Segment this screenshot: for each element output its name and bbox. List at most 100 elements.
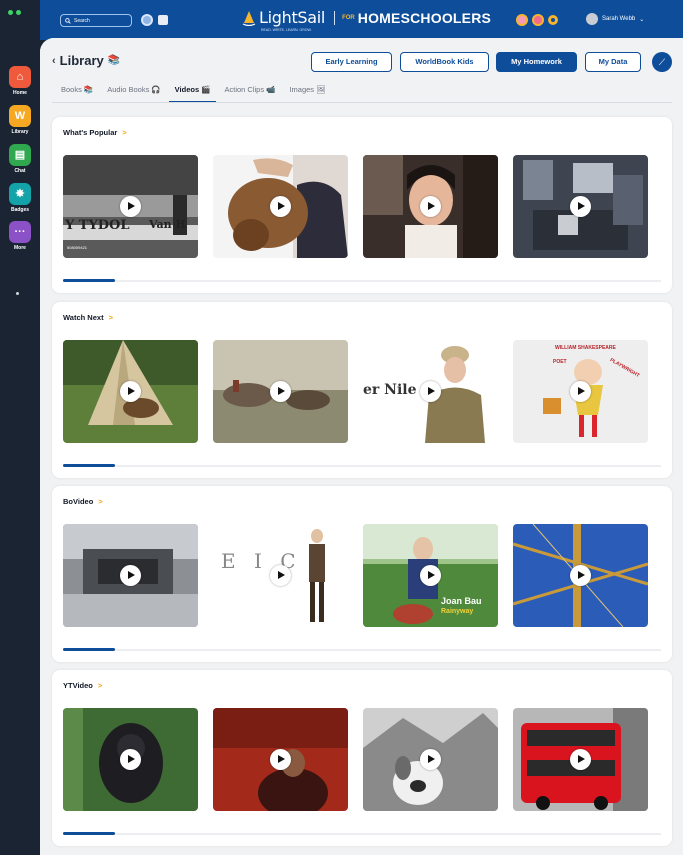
user-name: Sarah Webb — [602, 16, 636, 22]
logo-divider — [334, 10, 336, 25]
logo-homeschoolers: HOMESCHOOLERS — [357, 9, 492, 26]
library-header: ‹ Library 📚 Early Learning WorldBook Kid… — [40, 38, 683, 114]
play-icon — [120, 196, 141, 217]
video-thumbnail[interactable]: Joan Bau Rainyway — [363, 524, 498, 627]
notification-bell-icon[interactable] — [548, 15, 558, 25]
back-chevron-icon[interactable]: ‹ — [52, 55, 56, 67]
carousel-scrollbar-track[interactable] — [63, 280, 661, 282]
play-icon — [270, 565, 291, 586]
video-thumbnail[interactable] — [513, 155, 648, 258]
section-title-text: Watch Next — [63, 313, 104, 322]
more-icon: ··· — [9, 221, 31, 243]
pin-icon[interactable]: ⟋ — [652, 52, 672, 72]
cartoon-label: POET — [553, 359, 567, 365]
carousel-scrollbar-thumb[interactable] — [63, 648, 115, 651]
home-icon: ⌂ — [9, 66, 31, 88]
achievement-icon[interactable] — [532, 14, 544, 26]
rail-item-library[interactable]: W Library — [0, 105, 40, 135]
carousel-scrollbar-track[interactable] — [63, 465, 661, 467]
video-thumbnail[interactable] — [213, 708, 348, 811]
billboard-text: Y TYDOL — [65, 218, 130, 233]
avatar — [586, 13, 598, 25]
section-ytvideo: YTVideo > — [52, 670, 672, 846]
billboard-text: Van H — [149, 218, 186, 231]
section-title[interactable]: BoVideo > — [63, 497, 103, 506]
tab-label: Audio Books — [107, 85, 150, 94]
video-thumbnail[interactable]: er Nile — [363, 340, 498, 443]
tab-label: Books — [61, 85, 82, 94]
cartoon-title: WILLIAM SHAKESPEARE — [555, 345, 616, 351]
video-thumbnail[interactable]: WILLIAM SHAKESPEARE POET PLAYWRIGHT — [513, 340, 648, 443]
worldbook-kids-button[interactable]: WorldBook Kids — [400, 52, 489, 72]
section-title[interactable]: YTVideo > — [63, 681, 102, 690]
section-title-text: What's Popular — [63, 128, 118, 137]
carousel-scrollbar-thumb[interactable] — [63, 832, 115, 835]
tab-audio-books[interactable]: Audio Books 🎧 — [107, 85, 160, 100]
video-thumbnail[interactable] — [363, 155, 498, 258]
globe-icon[interactable] — [141, 14, 153, 26]
rail-label: Chat — [14, 168, 26, 174]
header-icons — [516, 14, 558, 26]
play-icon — [420, 565, 441, 586]
rail-label: Home — [13, 90, 27, 96]
play-icon — [420, 381, 441, 402]
section-title[interactable]: Watch Next > — [63, 313, 113, 322]
search-input[interactable]: Search — [60, 14, 132, 27]
books-emoji-icon: 📚 — [83, 85, 94, 94]
rail-item-badges[interactable]: ✸ Badges — [0, 183, 40, 213]
tab-divider — [52, 102, 672, 103]
play-icon — [570, 196, 591, 217]
search-icon — [65, 17, 71, 24]
sail-icon — [242, 10, 256, 26]
tab-images[interactable]: Images 🖼 — [289, 85, 325, 100]
early-learning-button[interactable]: Early Learning — [311, 52, 392, 72]
top-header: Search LightSail READ. WRITE. LEARN. GRO… — [40, 0, 683, 40]
book-icon[interactable] — [516, 14, 528, 26]
chevron-right-icon: > — [97, 681, 103, 690]
clapper-emoji-icon: 🎬 — [201, 85, 211, 94]
page-title: ‹ Library 📚 — [52, 53, 120, 68]
play-icon — [270, 749, 291, 770]
books-emoji-icon: 📚 — [107, 55, 121, 66]
video-thumbnail[interactable]: Y TYDOL Van H 508059421 — [63, 155, 198, 258]
app-rail: ⌂ Home W Library ▤ Chat ✸ Badges ··· Mor… — [0, 0, 40, 855]
section-title[interactable]: What's Popular > — [63, 128, 127, 137]
carousel-scrollbar-track[interactable] — [63, 833, 661, 835]
chevron-down-icon: ⌄ — [639, 16, 645, 23]
picture-emoji-icon: 🖼 — [316, 85, 326, 94]
brand-logo[interactable]: LightSail READ. WRITE. LEARN. GROW. FOR … — [242, 8, 492, 32]
video-thumbnail[interactable] — [513, 524, 648, 627]
play-icon — [270, 196, 291, 217]
video-thumbnail[interactable] — [513, 708, 648, 811]
my-homework-button[interactable]: My Homework — [496, 52, 577, 72]
section-watch-next: Watch Next > er Nile WILLIAM SHAKESPEARE… — [52, 302, 672, 478]
chevron-right-icon: > — [122, 128, 127, 137]
play-icon — [120, 749, 141, 770]
camera-emoji-icon: 📹 — [266, 85, 276, 94]
section-whats-popular: What's Popular > Y TYDOL Van H 508059421 — [52, 117, 672, 293]
video-thumbnail[interactable]: E I C — [213, 524, 348, 627]
carousel-scrollbar-track[interactable] — [63, 649, 661, 651]
play-icon — [270, 381, 291, 402]
video-thumbnail[interactable] — [363, 708, 498, 811]
video-thumbnail[interactable] — [213, 155, 348, 258]
play-icon — [570, 381, 591, 402]
brand-name: LightSail — [259, 8, 326, 27]
tab-books[interactable]: Books 📚 — [61, 85, 93, 100]
my-data-button[interactable]: My Data — [585, 52, 641, 72]
video-thumbnail[interactable] — [63, 340, 198, 443]
rail-item-home[interactable]: ⌂ Home — [0, 66, 40, 96]
rail-item-more[interactable]: ··· More — [0, 221, 40, 251]
chevron-right-icon: > — [108, 313, 113, 322]
user-menu[interactable]: Sarah Webb ⌄ — [586, 13, 644, 25]
carousel-scrollbar-thumb[interactable] — [63, 464, 115, 467]
video-thumbnail[interactable] — [63, 524, 198, 627]
rail-item-chat[interactable]: ▤ Chat — [0, 144, 40, 174]
flag-icon[interactable] — [158, 15, 168, 25]
tab-videos[interactable]: Videos 🎬 — [168, 85, 217, 103]
tab-action-clips[interactable]: Action Clips 📹 — [224, 85, 275, 100]
video-thumbnail[interactable] — [63, 708, 198, 811]
video-thumbnail[interactable] — [213, 340, 348, 443]
library-icon: W — [9, 105, 31, 127]
carousel-scrollbar-thumb[interactable] — [63, 279, 115, 282]
